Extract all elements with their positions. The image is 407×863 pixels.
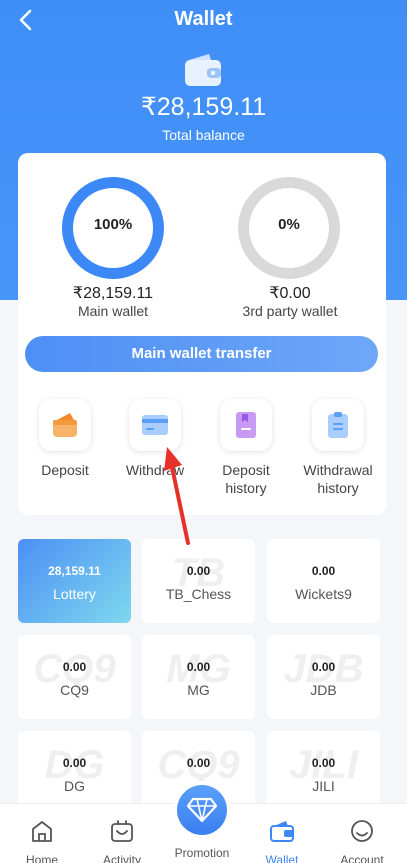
withdraw-icon-box [129, 399, 181, 451]
deposit-label: Deposit [41, 462, 89, 478]
nav-promotion-label: Promotion [174, 846, 230, 860]
third-party-wallet-ring: 0% [238, 177, 340, 279]
game-wallet-balance: 0.00 [311, 756, 336, 770]
withdrawal-history-button[interactable]: Withdrawal history [293, 399, 383, 497]
top-bar: Wallet [0, 0, 407, 40]
game-wallet-tile[interactable]: TB 0.00 TB_Chess [142, 539, 255, 623]
diamond-icon [187, 797, 217, 823]
nav-activity-label: Activity [102, 853, 141, 863]
nav-account-label: Account [340, 853, 384, 863]
game-wallet-balance: 0.00 [62, 756, 87, 770]
game-wallet-name: TB_Chess [165, 586, 232, 602]
nav-wallet[interactable]: Wallet [242, 804, 322, 863]
withdrawal-history-icon-box [312, 399, 364, 451]
withdrawal-history-label: Withdrawal history [303, 462, 373, 496]
game-wallet-tile[interactable]: JDB 0.00 JDB [267, 635, 380, 719]
game-wallet-tile[interactable]: 28,159.11 Lottery [18, 539, 131, 623]
main-wallet-ring: 100% [62, 177, 164, 279]
home-icon [32, 821, 52, 842]
withdrawal-history-icon [328, 412, 348, 438]
main-wallet-amount: ₹28,159.11 [72, 285, 154, 302]
total-balance-label: Total balance [162, 127, 245, 143]
nav-home[interactable]: Home [2, 804, 82, 863]
total-balance-amount: ₹28,159.11 [140, 93, 267, 121]
game-wallet-name: CQ9 [60, 682, 89, 698]
wallet-summary-card: 100% 0% ₹28,159.11 ₹0.00 Main wallet 3rd… [18, 153, 386, 515]
main-wallet-percent: 100% [93, 216, 133, 233]
nav-home-label: Home [25, 853, 58, 863]
main-wallet-transfer-button[interactable]: Main wallet transfer [25, 336, 378, 372]
activity-icon [111, 820, 133, 842]
game-wallet-tile[interactable]: 0.00 Wickets9 [267, 539, 380, 623]
main-wallet-label: Main wallet [77, 303, 149, 319]
deposit-icon-box [39, 399, 91, 451]
game-wallet-balance: 0.00 [186, 564, 211, 578]
third-party-wallet-label: 3rd party wallet [242, 303, 338, 319]
account-icon [351, 820, 373, 842]
third-party-wallet-amount: ₹0.00 [269, 285, 311, 302]
nav-wallet-label: Wallet [265, 853, 299, 863]
nav-account[interactable]: Account [322, 804, 402, 863]
game-wallet-name: Wickets9 [295, 586, 352, 602]
game-wallet-balance: 0.00 [186, 756, 211, 770]
page-title: Wallet [174, 8, 233, 30]
promotion-icon-bg [177, 785, 227, 835]
game-wallet-name: JDB [310, 682, 337, 698]
promotion-button[interactable] [173, 781, 231, 839]
game-wallet-balance: 0.00 [311, 564, 336, 578]
game-wallet-name: DG [64, 778, 85, 794]
annotation-arrow-icon [164, 447, 190, 545]
game-wallet-balance: 0.00 [311, 660, 336, 674]
third-party-wallet-percent: 0% [278, 216, 300, 233]
game-wallet-tile[interactable]: MG 0.00 MG [142, 635, 255, 719]
wallet-icon [185, 54, 221, 86]
game-wallet-name: MG [187, 682, 210, 698]
game-wallet-balance: 28,159.11 [48, 564, 101, 578]
game-wallet-name: JILI [312, 778, 335, 794]
game-wallet-name: Lottery [53, 586, 96, 602]
deposit-history-icon-box [220, 399, 272, 451]
deposit-history-button[interactable]: Deposit history [201, 399, 291, 497]
withdraw-card-icon [142, 415, 168, 435]
deposit-history-icon [236, 412, 256, 438]
deposit-icon [53, 413, 77, 437]
deposit-button[interactable]: Deposit [20, 399, 110, 479]
deposit-history-label: Deposit history [222, 462, 270, 496]
nav-activity[interactable]: Activity [82, 804, 162, 863]
game-wallet-tile[interactable]: CQ9 0.00 CQ9 [18, 635, 131, 719]
game-wallet-balance: 0.00 [186, 660, 211, 674]
game-wallet-balance: 0.00 [62, 660, 87, 674]
wallet-icon [270, 821, 294, 842]
